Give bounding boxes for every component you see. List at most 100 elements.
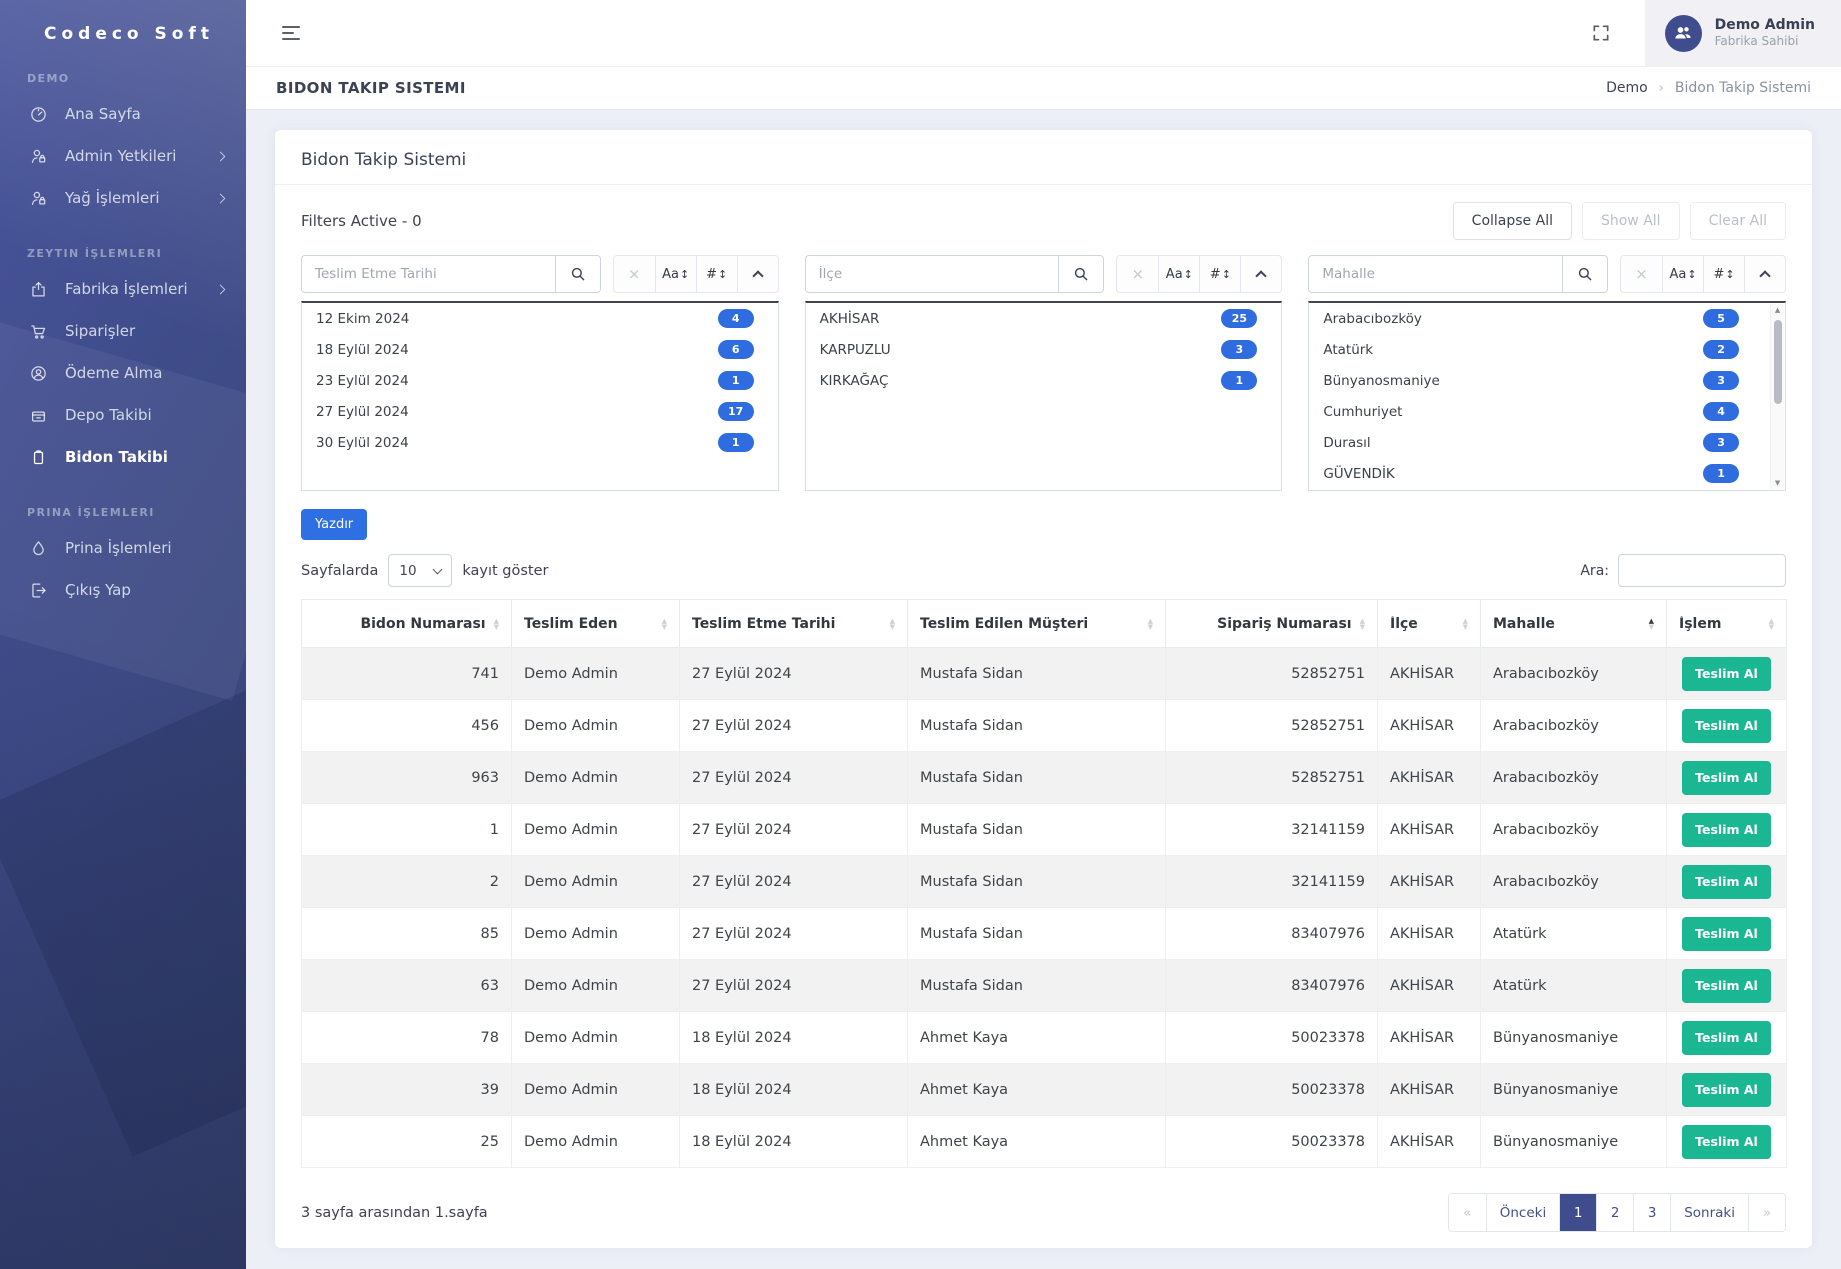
clipboard-icon [28, 447, 48, 467]
sidebar-item-fabrika-islemleri[interactable]: Fabrika İşlemleri [0, 268, 246, 310]
sidebar-item-prina-islemleri[interactable]: Prina İşlemleri [0, 527, 246, 569]
filter-option-23-eylul-2024[interactable]: 23 Eylül 2024 1 [302, 365, 778, 396]
count-badge: 1 [1221, 371, 1257, 390]
sidebar-section-demo: DEMO [27, 72, 246, 85]
cell-islem: Teslim Al [1667, 1064, 1787, 1116]
teslim-al-button[interactable]: Teslim Al [1682, 1073, 1771, 1107]
column-header-mahalle[interactable]: Mahalle ▲▼ [1481, 600, 1667, 648]
teslim-al-button[interactable]: Teslim Al [1682, 709, 1771, 743]
sidebar-item-cikis-yap[interactable]: Çıkış Yap [0, 569, 246, 611]
cell-bidon-numarasi: 25 [302, 1116, 512, 1168]
filter-tools: × Aa↕ #↕ [1116, 255, 1282, 293]
teslim-al-button[interactable]: Teslim Al [1682, 657, 1771, 691]
count-badge: 2 [1703, 340, 1739, 359]
filter-option-ataturk[interactable]: Atatürk 2 [1309, 334, 1785, 365]
user-menu[interactable]: Demo Admin Fabrika Sahibi [1645, 0, 1841, 66]
teslim-al-button[interactable]: Teslim Al [1682, 917, 1771, 951]
search-icon[interactable] [1562, 255, 1608, 293]
cell-islem: Teslim Al [1667, 804, 1787, 856]
column-header-islem[interactable]: İşlem ▲▼ [1667, 600, 1787, 648]
filter-option-arabacibozkoy[interactable]: Arabacıbozköy 5 [1309, 303, 1785, 334]
page-3-button[interactable]: 3 [1633, 1194, 1670, 1231]
teslim-al-button[interactable]: Teslim Al [1682, 865, 1771, 899]
sort-count-icon[interactable]: #↕ [696, 256, 737, 292]
page-2-button[interactable]: 2 [1596, 1194, 1633, 1231]
filter-input-mahalle[interactable] [1308, 255, 1562, 293]
column-header-ilce[interactable]: İlçe ▲▼ [1378, 600, 1481, 648]
sidebar-item-ana-sayfa[interactable]: Ana Sayfa [0, 93, 246, 135]
last-page-button[interactable]: » [1748, 1194, 1785, 1231]
search-icon[interactable] [1058, 255, 1104, 293]
sidebar-item-yag-islemleri[interactable]: Yağ İşlemleri [0, 177, 246, 219]
filter-option-30-eylul-2024[interactable]: 30 Eylül 2024 1 [302, 427, 778, 458]
filter-input-teslim-etme-tarihi[interactable] [301, 255, 555, 293]
filter-option-akhisar[interactable]: AKHİSAR 25 [806, 303, 1282, 334]
clear-filter-icon[interactable]: × [614, 256, 655, 292]
sort-alpha-icon[interactable]: Aa↕ [1158, 256, 1199, 292]
clear-filter-icon[interactable]: × [1621, 256, 1662, 292]
collapse-panel-icon[interactable] [1744, 256, 1785, 292]
filter-option-27-eylul-2024[interactable]: 27 Eylül 2024 17 [302, 396, 778, 427]
search-icon[interactable] [555, 255, 601, 293]
column-header-teslim-etme-tarihi[interactable]: Teslim Etme Tarihi ▲▼ [680, 600, 908, 648]
breadcrumb-root[interactable]: Demo [1606, 80, 1648, 96]
sort-count-icon[interactable]: #↕ [1703, 256, 1744, 292]
table-search-input[interactable] [1618, 554, 1786, 587]
cell-teslim-edilen-musteri: Mustafa Sidan [908, 856, 1166, 908]
sort-count-icon[interactable]: #↕ [1199, 256, 1240, 292]
page-onceki-button[interactable]: Önceki [1486, 1194, 1559, 1231]
filter-option-guvendik[interactable]: GÜVENDİK 1 [1309, 458, 1785, 489]
page-sonraki-button[interactable]: Sonraki [1670, 1194, 1748, 1231]
filter-input-ilce[interactable] [805, 255, 1059, 293]
filter-option-kirkagac[interactable]: KIRKAĞAÇ 1 [806, 365, 1282, 396]
sidebar-item-odeme-alma[interactable]: Ödeme Alma [0, 352, 246, 394]
cell-teslim-edilen-musteri: Mustafa Sidan [908, 908, 1166, 960]
page-title: BIDON TAKIP SISTEMI [276, 79, 466, 97]
teslim-al-button[interactable]: Teslim Al [1682, 813, 1771, 847]
print-button[interactable]: Yazdır [301, 509, 367, 540]
first-page-button[interactable]: « [1449, 1194, 1486, 1231]
clear-filter-icon[interactable]: × [1117, 256, 1158, 292]
filter-option-karpuzlu[interactable]: KARPUZLU 3 [806, 334, 1282, 365]
filter-option-label: 30 Eylül 2024 [316, 435, 409, 451]
filter-option-list: 12 Ekim 2024 4 18 Eylül 2024 6 23 Eylül … [301, 301, 779, 491]
teslim-al-button[interactable]: Teslim Al [1682, 1125, 1771, 1159]
cell-teslim-eden: Demo Admin [512, 804, 680, 856]
teslim-al-button[interactable]: Teslim Al [1682, 761, 1771, 795]
cell-bidon-numarasi: 456 [302, 700, 512, 752]
table-row: 25Demo Admin18 Eylül 2024Ahmet Kaya50023… [302, 1116, 1787, 1168]
scrollbar-thumb[interactable] [1774, 320, 1782, 404]
column-header-siparis-numarasi[interactable]: Sipariş Numarası ▲▼ [1166, 600, 1378, 648]
filter-option-bunyanosmaniye[interactable]: Bünyanosmaniye 3 [1309, 365, 1785, 396]
column-header-teslim-edilen-musteri[interactable]: Teslim Edilen Müşteri ▲▼ [908, 600, 1166, 648]
menu-toggle-icon[interactable] [278, 22, 304, 44]
sidebar-item-depo-takibi[interactable]: Depo Takibi [0, 394, 246, 436]
page-1-button[interactable]: 1 [1559, 1194, 1596, 1231]
filter-option-durasil[interactable]: Durasıl 3 [1309, 427, 1785, 458]
page-size-select[interactable]: 10 [388, 554, 452, 587]
cell-siparis-numarasi: 32141159 [1166, 804, 1378, 856]
collapse-all-button[interactable]: Collapse All [1453, 202, 1572, 240]
show-all-button[interactable]: Show All [1582, 202, 1680, 240]
column-header-teslim-eden[interactable]: Teslim Eden ▲▼ [512, 600, 680, 648]
scrollbar[interactable]: ▲ ▼ [1770, 304, 1784, 489]
teslim-al-button[interactable]: Teslim Al [1682, 969, 1771, 1003]
collapse-panel-icon[interactable] [1240, 256, 1281, 292]
sidebar-item-bidon-takibi[interactable]: Bidon Takibi [0, 436, 246, 478]
filter-option-cumhuriyet[interactable]: Cumhuriyet 4 [1309, 396, 1785, 427]
filter-option-merkez[interactable]: MERKEZ [1309, 489, 1785, 491]
sort-alpha-icon[interactable]: Aa↕ [1662, 256, 1703, 292]
fullscreen-icon[interactable] [1587, 19, 1615, 47]
sidebar-item-siparisler[interactable]: Siparişler [0, 310, 246, 352]
cell-ilce: AKHİSAR [1378, 1116, 1481, 1168]
filter-option-18-eylul-2024[interactable]: 18 Eylül 2024 6 [302, 334, 778, 365]
filter-option-12-ekim-2024[interactable]: 12 Ekim 2024 4 [302, 303, 778, 334]
sidebar-item-admin-yetkileri[interactable]: Admin Yetkileri [0, 135, 246, 177]
table-row: 2Demo Admin27 Eylül 2024Mustafa Sidan321… [302, 856, 1787, 908]
sort-alpha-icon[interactable]: Aa↕ [655, 256, 696, 292]
column-header-bidon-numarasi[interactable]: Bidon Numarası ▲▼ [302, 600, 512, 648]
count-badge: 5 [1703, 309, 1739, 328]
clear-all-button[interactable]: Clear All [1690, 202, 1786, 240]
collapse-panel-icon[interactable] [737, 256, 778, 292]
teslim-al-button[interactable]: Teslim Al [1682, 1021, 1771, 1055]
